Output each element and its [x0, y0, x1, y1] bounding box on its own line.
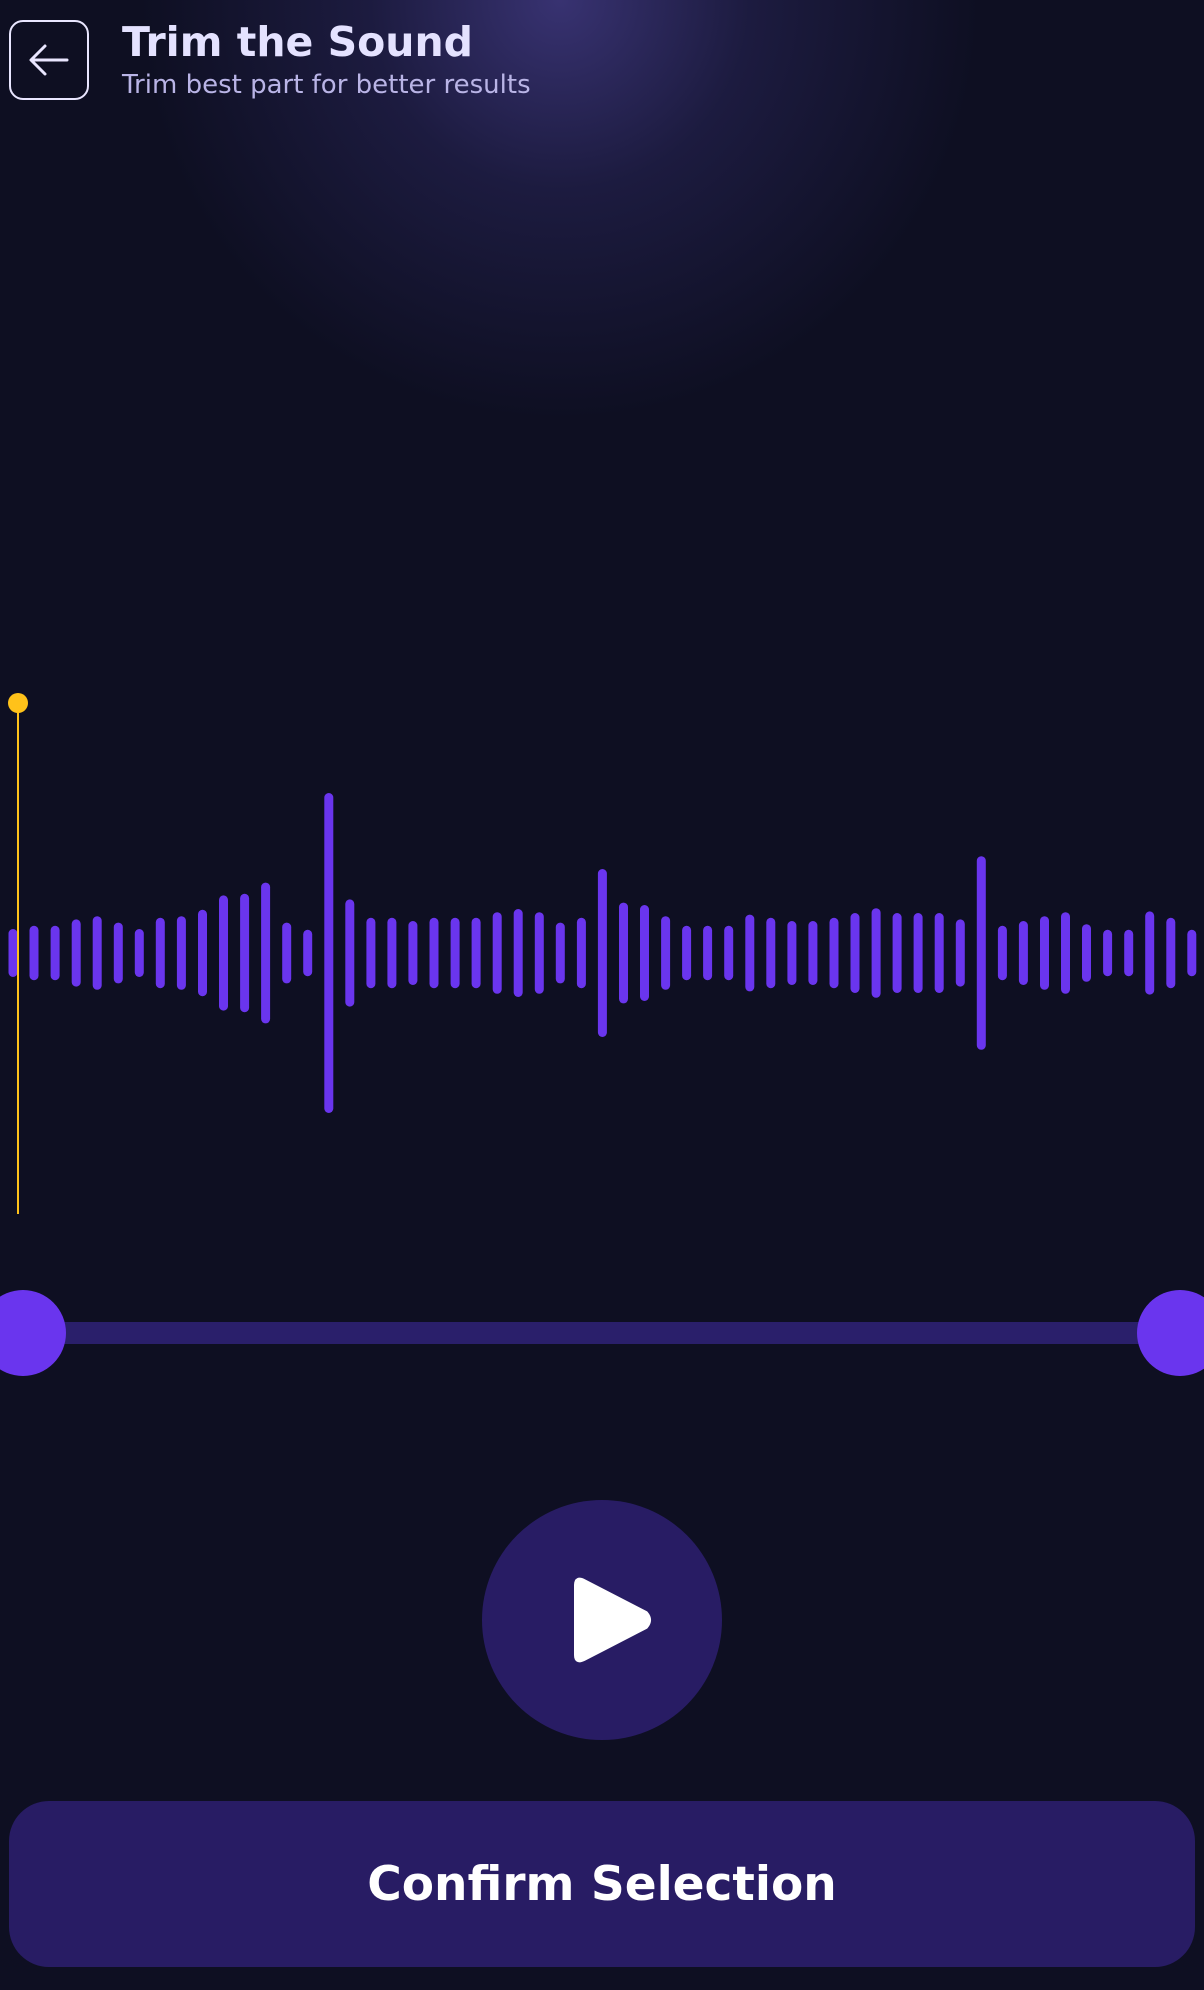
waveform-bar	[408, 921, 418, 985]
waveform-bar	[1145, 911, 1155, 995]
waveform-bar	[1166, 917, 1176, 989]
waveform-bar	[1082, 924, 1091, 982]
waveform-bar	[1187, 929, 1197, 977]
waveform-bar	[976, 856, 986, 1050]
waveform-bar	[1018, 921, 1028, 985]
waveform[interactable]	[0, 690, 1204, 1210]
waveform-bar	[324, 793, 334, 1113]
waveform-bar	[282, 922, 292, 984]
waveform-bar	[934, 913, 944, 993]
confirm-selection-button[interactable]: Confirm Selection	[9, 1801, 1195, 1967]
waveform-bar	[766, 917, 776, 989]
waveform-bar	[871, 908, 881, 998]
waveform-bar	[703, 925, 713, 981]
waveform-bar	[471, 917, 481, 989]
trim-start-handle[interactable]	[0, 1290, 66, 1376]
waveform-bar	[29, 925, 39, 981]
waveform-bar	[303, 929, 313, 977]
trim-track[interactable]	[25, 1322, 1185, 1344]
waveform-bar	[345, 899, 355, 1007]
page-title: Trim the Sound	[122, 18, 474, 66]
waveform-bar	[50, 925, 60, 981]
waveform-bar	[787, 921, 797, 985]
waveform-bar	[240, 893, 250, 1013]
waveform-bar	[619, 902, 628, 1004]
waveform-bar	[176, 916, 186, 990]
waveform-bar	[450, 917, 460, 989]
waveform-bar	[892, 913, 902, 993]
background-glow	[0, 0, 1204, 700]
waveform-bar	[513, 909, 523, 997]
waveform-bar	[1103, 929, 1113, 977]
waveform-bar	[219, 895, 228, 1011]
waveform-bar	[1124, 929, 1134, 977]
page-subtitle: Trim best part for better results	[122, 70, 531, 100]
trim-end-handle[interactable]	[1137, 1290, 1204, 1376]
waveform-bar	[829, 917, 839, 989]
waveform-bar	[682, 925, 692, 981]
back-button[interactable]	[9, 20, 89, 100]
waveform-bar	[997, 925, 1007, 981]
waveform-bar	[113, 922, 123, 984]
waveform-bar	[261, 882, 271, 1024]
waveform-bar	[71, 919, 81, 987]
waveform-bar	[155, 917, 165, 989]
waveform-bar	[913, 913, 923, 993]
play-icon	[574, 1577, 651, 1663]
confirm-selection-label: Confirm Selection	[367, 1856, 837, 1912]
waveform-bar	[724, 925, 734, 981]
waveform-bar	[597, 869, 607, 1037]
arrow-left-icon	[29, 44, 69, 76]
waveform-bar	[576, 917, 586, 989]
waveform-bar	[366, 917, 376, 989]
waveform-bar	[492, 912, 502, 994]
waveform-bar	[661, 916, 671, 990]
waveform-bar	[1040, 916, 1049, 990]
waveform-bar	[198, 909, 207, 997]
waveform-bar	[429, 917, 439, 989]
playhead-knob[interactable]	[8, 693, 28, 713]
waveform-bar	[955, 919, 965, 987]
waveform-bar	[387, 917, 397, 989]
waveform-bar	[92, 916, 102, 990]
waveform-bar	[745, 914, 755, 992]
play-button[interactable]	[482, 1500, 722, 1740]
waveform-bar	[850, 913, 860, 993]
playhead-line[interactable]	[17, 702, 19, 1214]
waveform-bar	[808, 921, 818, 985]
waveform-bar	[555, 922, 565, 984]
waveform-bar	[534, 912, 544, 994]
waveform-bar	[134, 929, 144, 977]
waveform-bar	[1061, 912, 1070, 994]
waveform-bar	[640, 905, 649, 1001]
